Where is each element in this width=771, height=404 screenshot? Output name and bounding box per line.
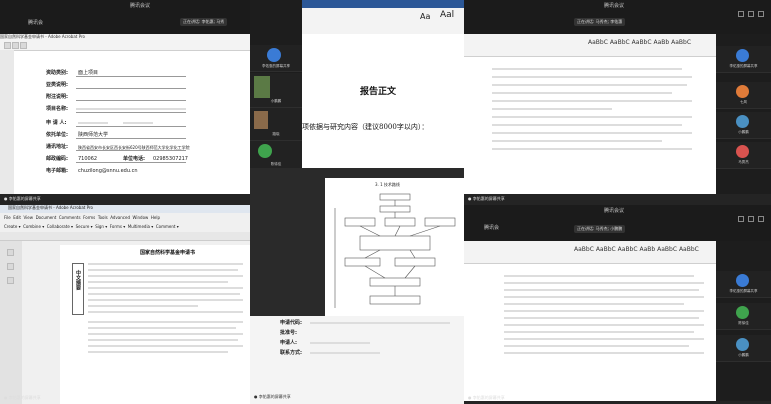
participant-card[interactable]: 马秀杰 [716, 142, 771, 169]
acrobat-menu[interactable]: File Edit View Document Comments Forms T… [4, 215, 160, 220]
form-field-label: 亚类说明: [46, 82, 68, 88]
avatar [736, 49, 749, 62]
acrobat-titlebar: 国家自然科学基金申请书 - Adobe Acrobat Pro [0, 205, 250, 213]
participant-video [254, 76, 270, 98]
form-field-label: 邮政编码: [46, 156, 68, 162]
avatar [736, 145, 749, 158]
flowchart-title: 3. 1 技术路线 [375, 182, 400, 187]
meeting-window-bottom-right: 腾讯会议 腾讯会 正在讲话: 马秀杰; 小鹏鹏 AaBbC AaBbC AaBb… [464, 205, 771, 404]
shared-flowchart-area: 3. 1 技术路线 申请代码: 批准号: 申请人: 联系方式: ● 李佑惠的屏幕… [250, 168, 464, 404]
minimize-button[interactable] [738, 11, 744, 17]
form-field-label: 项目名称: [46, 106, 68, 112]
minimize-button[interactable] [738, 216, 744, 222]
acrobat-text-block [88, 263, 243, 357]
share-label: ● 李佑惠的屏幕共享 [468, 196, 505, 201]
print-icon[interactable] [12, 42, 19, 49]
flowchart-diagram [334, 193, 456, 308]
form-doc-toolbar[interactable] [0, 40, 250, 51]
avatar [736, 338, 749, 351]
maximize-button[interactable] [748, 216, 754, 222]
bookmark-icon[interactable] [7, 263, 14, 270]
participant-card[interactable]: 小鹏鹏 [250, 73, 302, 108]
shared-word-document-bottom: AaBbC AaBbC AaBbC AaBb AaBbC AaBbC [464, 241, 716, 401]
acrobat-window: 国家自然科学基金申请书 - Adobe Acrobat Pro File Edi… [0, 205, 250, 404]
share-label: ● 李佑惠的屏幕共享 [4, 196, 41, 201]
save-icon[interactable] [4, 42, 11, 49]
form-field-value: chuzilong@snnu.edu.cn [78, 168, 138, 174]
report-heading: 报告正文 [360, 87, 397, 97]
close-button[interactable] [758, 11, 764, 17]
acrobat-doc-title: 国家自然科学基金申请书 [140, 250, 196, 256]
acrobat-side-panel [0, 241, 22, 404]
participant-card[interactable]: 李佑惠的屏幕共享 [716, 46, 771, 73]
form-field-label: 通讯地址: [46, 144, 68, 150]
avatar [736, 115, 749, 128]
meeting-brand: 腾讯会 [484, 225, 500, 231]
form-doc-sidebar [0, 50, 14, 194]
participant-card[interactable]: 陈徐佳 [716, 303, 771, 330]
zoom-icon[interactable] [20, 42, 27, 49]
avatar [258, 144, 272, 158]
attachment-icon[interactable] [7, 277, 14, 284]
word-styles-gallery[interactable]: AaBbC AaBbC AaBbC AaBb AaBbC AaBbC [574, 246, 699, 253]
ribbon-style-aabb[interactable]: Aa [420, 12, 430, 21]
participant-video [254, 111, 268, 129]
app-title: 腾讯会议 [129, 3, 150, 9]
form-field-label: 资助类别: [46, 70, 68, 76]
speaking-indicator: 正在讲话: 马秀杰; 李佑惠 [574, 18, 626, 26]
meeting-window-top-right: 腾讯会议 正在讲话: 马秀杰; 李佑惠 AaBbC AaBbC AaBbC Aa… [464, 0, 771, 205]
participant-card[interactable]: 小鹏鹏 [716, 112, 771, 139]
shared-word-document-right: AaBbC AaBbC AaBbC AaBb AaBbC [464, 34, 716, 194]
close-button[interactable] [758, 216, 764, 222]
lower-field-label: 申请人: [280, 340, 297, 346]
speaking-indicator: 正在讲话: 李佑惠; 马秀 [180, 18, 228, 26]
participant-card[interactable]: 路晓 [250, 108, 302, 141]
acrobat-toolbar[interactable]: Create ▾ Combine ▾ Collaborate ▾ Secure … [4, 224, 179, 229]
lower-field-label: 申请代码: [280, 320, 302, 326]
word-styles-gallery[interactable]: AaBbC AaBbC AaBbC AaBb AaBbC [588, 39, 691, 46]
share-label: ● 李佑惠的屏幕共享 [4, 395, 41, 400]
acrobat-nav-toolbar[interactable] [0, 232, 250, 241]
participant-card[interactable]: 七风 [716, 82, 771, 109]
participant-card[interactable]: 小鹏鹏 [716, 335, 771, 362]
word-ribbon[interactable]: Aa Aal [302, 8, 464, 35]
word-titlebar [302, 0, 464, 8]
participant-card[interactable]: 李佑惠的屏幕共享 [716, 271, 771, 298]
shared-form-document: 国家自然科学基金申请书 - Adobe Acrobat Pro 资助类别: 面上… [0, 34, 250, 194]
doc-text-block [492, 68, 692, 156]
lower-field-label: 联系方式: [280, 350, 302, 356]
meeting-titlebar: 腾讯会议 腾讯会 正在讲话: 马秀杰; 小鹏鹏 [464, 205, 771, 241]
shared-word-document-center: Aa Aal 报告正文 项依据与研究内容（建议8000字以内）： [302, 0, 464, 168]
pages-icon[interactable] [7, 249, 14, 256]
participants-panel-bottom-right: 李佑惠的屏幕共享 陈徐佳 小鹏鹏 [716, 241, 771, 401]
lower-form-page: 申请代码: 批准号: 申请人: 联系方式: ● 李佑惠的屏幕共享 [250, 316, 464, 404]
participants-panel-right: 李佑惠的屏幕共享 七风 小鹏鹏 马秀杰 [716, 34, 771, 194]
maximize-button[interactable] [748, 11, 754, 17]
avatar [267, 48, 281, 62]
speaking-indicator: 正在讲话: 马秀杰; 小鹏鹏 [574, 225, 626, 233]
meeting-window-top-left: 腾讯会 正在讲话: 李佑惠; 马秀 国家自然科学基金申请书 - Adobe Ac… [0, 0, 250, 205]
doc-page: 报告正文 项依据与研究内容（建议8000字以内）： [302, 34, 464, 168]
avatar [736, 85, 749, 98]
meeting-brand: 腾讯会 [28, 20, 44, 26]
share-label: ● 李佑惠的屏幕共享 [468, 395, 505, 400]
flowchart-page: 3. 1 技术路线 [325, 178, 464, 318]
form-field-label: 依托单位: [46, 132, 68, 138]
form-field-label: 电子邮箱: [46, 168, 68, 174]
participant-card[interactable]: 李佑惠的屏幕共享 [250, 45, 302, 72]
form-field-label: 附注说明: [46, 94, 68, 100]
doc-text-block [504, 275, 704, 359]
report-subheading: 项依据与研究内容（建议8000字以内）： [302, 123, 429, 131]
form-field-label: 申 请 人: [46, 120, 67, 126]
lower-field-label: 批准号: [280, 330, 297, 336]
acrobat-page: 国家自然科学基金申请书 中文摘要 [60, 245, 250, 404]
abstract-side-label: 中文摘要 [72, 263, 84, 315]
avatar [736, 306, 749, 319]
meeting-titlebar: 腾讯会议 正在讲话: 马秀杰; 李佑惠 [464, 0, 771, 34]
ribbon-style-aabbl[interactable]: Aal [440, 10, 454, 20]
avatar [736, 274, 749, 287]
share-label: ● 李佑惠的屏幕共享 [254, 394, 291, 399]
